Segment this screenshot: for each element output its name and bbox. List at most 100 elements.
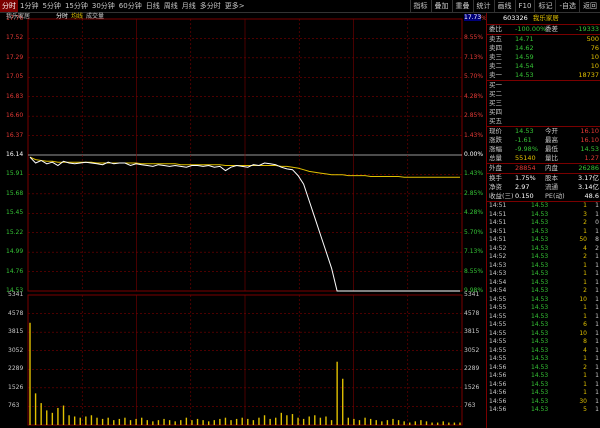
tool-button-7[interactable]: -自选 [555,0,579,12]
tick-price: 14.53 [531,287,549,294]
corner-price: 17.73 [464,14,482,21]
sell-level: 卖五 14.71 500 [487,35,600,44]
tick-volume: 1 [583,261,587,269]
tool-button-2[interactable]: 重叠 [451,0,473,12]
tick-row: 14:52 14.53 2 1 [487,253,600,262]
tick-count: 1 [595,312,599,320]
tick-price: 14.53 [531,304,549,311]
tool-button-6[interactable]: 标记 [534,0,555,12]
tool-button-5[interactable]: F10 [514,0,535,12]
tick-time: 14:55 [489,329,507,337]
tick-count: 1 [595,270,599,277]
weicha-label: 委差 [545,25,558,33]
stat-value2: 16.10 [580,136,599,144]
stat-row: 换手 1.75% 股本 3.17亿 [487,174,600,183]
tab-5[interactable]: 60分钟 [117,0,144,12]
pct-tick-label: 1.43% [464,170,484,178]
tool-button-3[interactable]: 统计 [472,0,494,12]
tool-button-0[interactable]: 指标 [409,0,431,12]
tab-9[interactable]: 多分时 [198,0,223,12]
tick-volume: 3 [583,210,587,218]
vol-tick-label: 2289 [8,365,24,373]
pct-tick-label: 2.85% [464,189,484,197]
tick-volume: 10 [579,329,587,337]
stat-value: 28854 [515,164,536,172]
sell-level: 卖二 14.54 10 [487,62,600,71]
chart-title: 分时 均线 成交量 [56,13,107,20]
tick-row: 14:55 14.53 8 1 [487,338,600,347]
tab-4[interactable]: 30分钟 [90,0,117,12]
level-label: 卖二 [489,62,502,70]
tick-price: 14.53 [531,295,549,303]
price-tick-label: 16.37 [6,131,24,139]
tab-8[interactable]: 月线 [180,0,198,12]
tick-price: 14.53 [531,210,549,218]
stock-tag: 我乐家居 [6,13,31,20]
vol-tick-label-right: 3052 [464,346,480,354]
tab-7[interactable]: 周线 [162,0,180,12]
stock-header: 603326 我乐家居 [487,13,600,25]
vol-tick-label: 5341 [8,291,24,298]
stat-value: 0.150 [515,192,534,200]
price-tick-label: 16.60 [6,112,24,120]
level-price: 14.54 [515,62,534,70]
tick-time: 14:55 [489,321,507,328]
tab-0[interactable]: 分时 [0,0,18,12]
tick-volume: 1 [583,202,587,209]
tick-row: 14:55 14.53 1 1 [487,313,600,322]
intraday-chart[interactable]: 17.7610.02%17.528.55%17.297.13%17.055.70… [0,13,487,428]
price-tick-label: 14.76 [6,267,24,275]
tick-count: 1 [595,389,599,396]
tick-count: 1 [595,380,599,388]
tick-row: 14:55 14.53 6 1 [487,321,600,330]
pct-tick-label: 4.28% [464,92,484,100]
tick-time: 14:56 [489,372,507,379]
stat-row: 涨跌 -1.61 最高 16.10 [487,136,600,145]
tab-1[interactable]: 1分钟 [18,0,40,12]
sell-book: 卖五 14.71 500 卖四 14.62 76 卖三 14.59 10 卖二 14.54 10 卖一 1… [487,35,600,80]
weibi-label: 委比 [489,25,502,33]
level-label: 卖四 [489,44,502,52]
tick-price: 14.53 [531,389,549,396]
price-tick-label: 14.99 [6,248,24,256]
tab-2[interactable]: 5分钟 [40,0,62,12]
tick-row: 14:56 14.53 1 1 [487,381,600,390]
stat-value: 14.53 [515,127,534,135]
tab-3[interactable]: 15分钟 [63,0,90,12]
tick-list[interactable]: 14:51 14.53 1 1 14:51 14.53 3 1 14:51 14.53 2 0 14:5… [487,202,600,415]
tick-time: 14:52 [489,253,507,260]
tick-row: 14:54 14.53 2 1 [487,287,600,296]
price-tick-label: 15.45 [6,209,24,217]
tick-row: 14:55 14.53 4 1 [487,347,600,356]
tab-6[interactable]: 日线 [144,0,162,12]
tick-count: 1 [595,261,599,269]
tool-button-8[interactable]: 返回 [579,0,600,12]
tick-price: 14.53 [531,261,549,269]
tick-volume: 2 [583,363,587,371]
stat-value2: 48.6 [584,192,599,200]
tick-price: 14.53 [531,227,549,235]
tick-time: 14:53 [489,270,507,277]
tab-10[interactable]: 更多> [223,0,247,12]
stat-key: 涨幅 [489,145,502,153]
level-price: 14.59 [515,53,534,61]
tool-button-1[interactable]: 叠加 [430,0,452,12]
tick-time: 14:55 [489,355,507,362]
stat-value2: 3.17亿 [578,174,599,182]
period-toolbar: 分时 1分钟 5分钟 15分钟 30分钟 60分钟 日线 周线 月线 多分时 更多> 指标 叠加 重叠 统计… [0,0,600,13]
vol-tick-label-right: 4578 [464,309,480,317]
tick-price: 14.53 [531,346,549,354]
tick-row: 14:56 14.53 5 1 [487,406,600,415]
pct-tick-label: 8.55% [464,34,484,42]
level-volume: 76 [590,44,599,52]
stock-name: 我乐家居 [532,14,559,22]
tick-volume: 1 [583,380,587,388]
tool-button-4[interactable]: 画线 [493,0,515,12]
stat-key2: 最高 [545,136,558,144]
tick-row: 14:55 14.53 10 1 [487,330,600,339]
stat-key: 收益(三) [489,192,514,200]
tick-row: 14:53 14.53 1 1 [487,262,600,271]
tick-count: 1 [595,355,599,362]
pct-tick-label: 7.13% [464,53,484,61]
stat-key2: 量比 [545,154,558,162]
